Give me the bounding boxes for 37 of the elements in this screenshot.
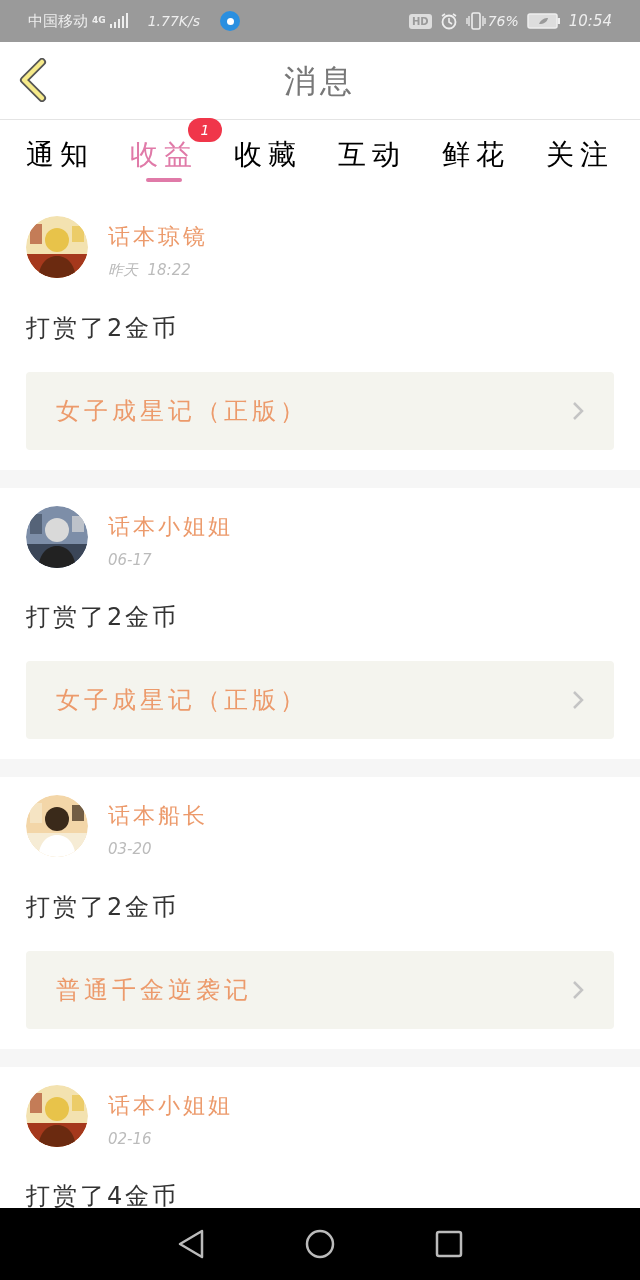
- tab[interactable]: 互动: [330, 120, 414, 190]
- timestamp: 昨天 18:22: [108, 260, 192, 281]
- vibrate-icon: [465, 12, 486, 30]
- alarm-icon: [439, 12, 458, 30]
- message-text: 打赏了2金币: [26, 602, 181, 633]
- message-text: 打赏了2金币: [26, 312, 181, 344]
- chevron-right-icon: [572, 400, 584, 421]
- username: 话本船长: [108, 802, 208, 830]
- username: 话本琼镜: [108, 223, 208, 251]
- battery-icon: [526, 13, 561, 29]
- message-text: 打赏了2金币: [26, 891, 181, 923]
- signal-icon: [109, 14, 128, 28]
- recent-apps-icon[interactable]: [435, 1230, 463, 1258]
- tab-underline: [146, 178, 182, 182]
- tab[interactable]: 关注: [538, 120, 622, 190]
- tab[interactable]: 鲜花: [434, 120, 518, 190]
- network-text: 4G: [92, 14, 106, 28]
- notification-badge: 1: [188, 118, 222, 142]
- home-icon[interactable]: [305, 1229, 335, 1259]
- battery-percent-text: 76%: [487, 11, 519, 31]
- speed-text: 1.77K/s: [147, 11, 201, 31]
- tab[interactable]: 收藏: [226, 120, 310, 190]
- hd-text: HD: [408, 13, 432, 29]
- chevron-right-icon: [572, 690, 584, 710]
- clock-text: 10:54: [568, 10, 612, 32]
- back-icon[interactable]: [177, 1229, 205, 1259]
- username: 话本小姐姐: [108, 512, 233, 541]
- timestamp: 03-20: [108, 839, 153, 860]
- tab[interactable]: 通知: [18, 120, 102, 190]
- timestamp: 06-17: [108, 549, 153, 571]
- page-title: 消息: [284, 60, 356, 102]
- timestamp: 02-16: [108, 1128, 153, 1150]
- carrier-text: 中国移动: [28, 10, 88, 32]
- music-app-icon: [220, 11, 241, 31]
- message-text: 打赏了4金币: [26, 1181, 181, 1208]
- username: 话本小姐姐: [108, 1091, 233, 1120]
- chevron-right-icon: [572, 979, 584, 1000]
